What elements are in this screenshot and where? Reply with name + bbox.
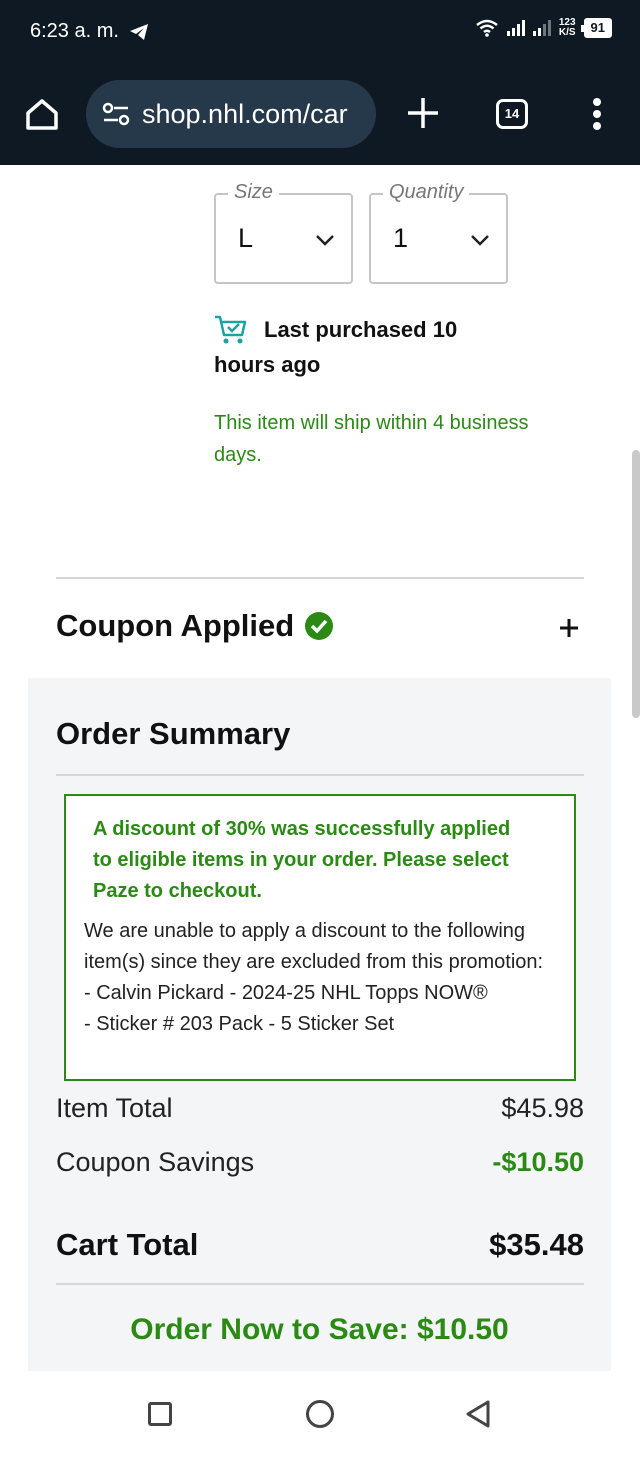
quantity-value: 1: [393, 223, 409, 253]
cart-total-value: $35.48: [489, 1227, 584, 1262]
quantity-select[interactable]: Quantity 1: [369, 181, 508, 284]
coupon-savings-value: -$10.50: [492, 1147, 584, 1177]
battery-icon: 91: [580, 18, 612, 38]
coupon-savings-label: Coupon Savings: [56, 1147, 255, 1177]
site-settings-icon[interactable]: [102, 102, 130, 126]
section-divider: [56, 577, 584, 579]
coupon-title: Coupon Applied: [56, 608, 295, 643]
quantity-label: Quantity: [383, 181, 470, 204]
size-label: Size: [228, 181, 279, 204]
signal-icon-2: [532, 20, 551, 36]
cart-total-label: Cart Total: [56, 1227, 199, 1262]
promo-exclusion-message: We are unable to apply a discount to the…: [84, 920, 544, 973]
check-circle-icon: [305, 612, 334, 640]
wifi-icon: [476, 19, 498, 37]
network-speed: 123 K/S: [559, 18, 576, 38]
telegram-icon: [129, 23, 148, 40]
system-nav-bar: [0, 1371, 640, 1457]
item-total-row: Item Total $45.98: [56, 1093, 584, 1124]
tab-switcher-button[interactable]: 14: [496, 99, 528, 129]
chevron-down-icon: [471, 235, 489, 246]
shipping-note: This item will ship within 4 business da…: [214, 412, 529, 466]
address-bar[interactable]: shop.nhl.com/car: [86, 80, 376, 148]
recent-apps-icon[interactable]: [148, 1402, 172, 1426]
excluded-item: - Sticker # 203 Pack - 5 Sticker Set: [84, 1013, 395, 1035]
status-icons: 123 K/S 91: [475, 18, 612, 38]
size-value: L: [238, 223, 254, 253]
expand-plus-icon[interactable]: [558, 617, 580, 639]
back-icon[interactable]: [464, 1399, 492, 1429]
item-total-value: $45.98: [501, 1093, 584, 1123]
signal-icon: [506, 20, 525, 36]
more-menu-icon[interactable]: [587, 96, 607, 132]
network-speed-unit: K/S: [558, 27, 576, 38]
chevron-down-icon: [316, 235, 334, 246]
item-total-label: Item Total: [56, 1093, 173, 1123]
url-text: shop.nhl.com/car: [142, 98, 348, 129]
page-scrollbar[interactable]: [632, 450, 640, 718]
battery-level: 91: [590, 20, 605, 35]
order-summary-title: Order Summary: [56, 716, 291, 751]
promo-message-box: A discount of 30% was successfully appli…: [64, 794, 576, 1081]
excluded-item: - Calvin Pickard - 2024-25 NHL Topps NOW…: [84, 982, 488, 1004]
promo-success-text: A discount of 30% was successfully appli…: [93, 818, 511, 902]
total-divider: [56, 1283, 584, 1285]
summary-divider: [56, 774, 584, 776]
coupon-toggle[interactable]: Coupon Applied: [56, 608, 334, 644]
new-tab-icon[interactable]: [404, 94, 442, 132]
browser-chrome: 6:23 a. m. 123 K/S 91 shop.nhl.com/car 1…: [0, 0, 640, 165]
status-time-text: 6:23 a. m.: [30, 20, 119, 42]
order-now-save-text: Order Now to Save: $10.50: [130, 1313, 509, 1346]
status-time: 6:23 a. m.: [30, 20, 149, 43]
home-nav-icon[interactable]: [306, 1400, 334, 1428]
promo-exclusion-text: We are unable to apply a discount to the…: [84, 916, 564, 1040]
tab-count: 14: [504, 106, 520, 121]
size-select[interactable]: Size L: [214, 181, 353, 284]
cart-total-row: Cart Total $35.48: [56, 1227, 584, 1263]
last-purchased-text: Last purchased 10 hours ago: [214, 317, 458, 377]
home-icon[interactable]: [24, 96, 60, 132]
coupon-savings-row: Coupon Savings -$10.50: [56, 1147, 584, 1178]
